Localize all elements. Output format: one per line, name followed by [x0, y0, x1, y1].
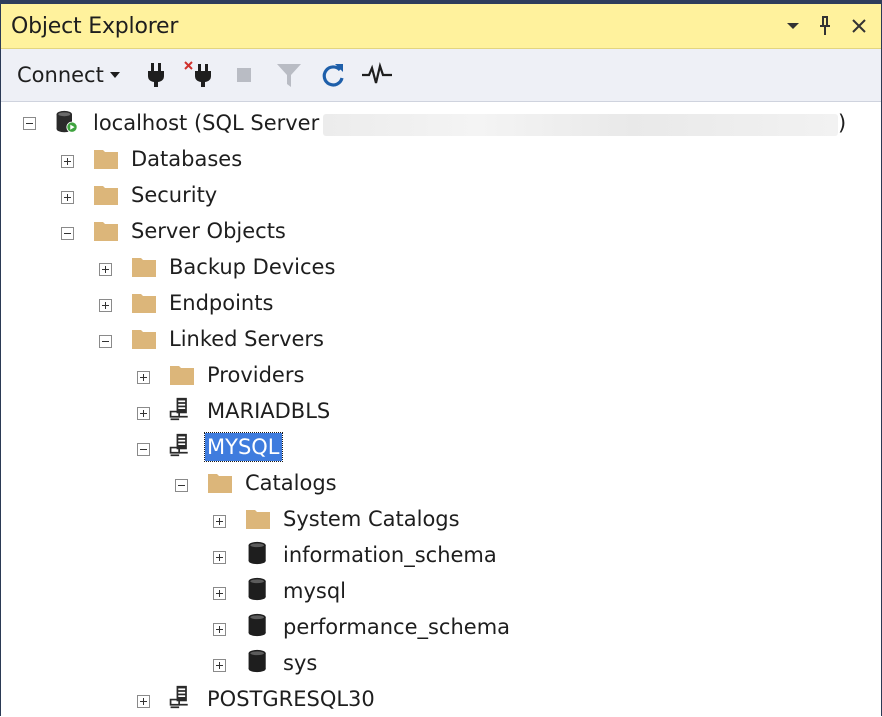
connect-object-explorer-button[interactable] — [144, 59, 168, 91]
stop-button[interactable] — [234, 59, 254, 91]
chevron-down-icon — [109, 72, 120, 78]
folder-icon — [94, 186, 118, 205]
folder-icon — [246, 510, 270, 529]
folder-icon — [94, 150, 118, 169]
tree-node-system-catalogs[interactable]: System Catalogs — [1, 501, 881, 537]
tree-node-linked-servers[interactable]: Linked Servers — [1, 321, 881, 357]
collapse-toggle[interactable] — [23, 117, 36, 130]
collapse-toggle[interactable] — [61, 227, 74, 240]
close-panel-button[interactable] — [846, 12, 872, 40]
linked-server-icon — [169, 397, 188, 421]
tree-node-server-objects[interactable]: Server Objects — [1, 213, 881, 249]
node-label[interactable]: Databases — [131, 145, 242, 173]
object-explorer-tree[interactable]: localhost (SQL Server ) Databases Securi… — [1, 102, 881, 716]
database-icon — [248, 613, 266, 637]
redacted-version-text — [323, 114, 838, 136]
folder-icon — [208, 474, 232, 493]
tree-node-catalogs[interactable]: Catalogs — [1, 465, 881, 501]
server-name-label[interactable]: localhost (SQL Server — [93, 109, 319, 137]
tree-node-security[interactable]: Security — [1, 177, 881, 213]
title-bar: Object Explorer — [1, 4, 881, 49]
refresh-button[interactable] — [319, 59, 347, 91]
folder-icon — [132, 294, 156, 313]
activity-monitor-icon — [362, 61, 392, 84]
folder-icon — [132, 258, 156, 277]
folder-icon — [132, 330, 156, 349]
tree-node-mysql[interactable]: MYSQL — [1, 429, 881, 465]
tree-node-localhost[interactable]: localhost (SQL Server ) — [1, 105, 881, 141]
activity-monitor-button[interactable] — [361, 59, 393, 91]
node-label[interactable]: information_schema — [283, 541, 497, 569]
auto-hide-pin-button[interactable] — [812, 12, 838, 40]
node-label[interactable]: System Catalogs — [283, 505, 460, 533]
database-icon — [248, 649, 266, 673]
node-label-selected[interactable]: MYSQL — [204, 432, 283, 462]
pin-icon — [820, 16, 830, 35]
linked-server-icon — [169, 685, 188, 709]
tree-node-performance-schema[interactable]: performance_schema — [1, 609, 881, 645]
node-label[interactable]: MARIADBLS — [207, 397, 330, 425]
expand-toggle[interactable] — [99, 299, 112, 312]
expand-toggle[interactable] — [137, 371, 150, 384]
tree-node-mariadbls[interactable]: MARIADBLS — [1, 393, 881, 429]
connect-label: Connect — [17, 63, 104, 87]
database-icon — [248, 577, 266, 601]
tree-node-databases[interactable]: Databases — [1, 141, 881, 177]
folder-icon — [170, 366, 194, 385]
node-label[interactable]: POSTGRESQL30 — [207, 685, 375, 713]
database-icon — [248, 541, 266, 565]
collapse-toggle[interactable] — [137, 443, 150, 456]
disconnect-button[interactable] — [184, 59, 216, 91]
disconnect-icon — [184, 61, 211, 87]
expand-toggle[interactable] — [61, 155, 74, 168]
folder-icon — [94, 222, 118, 241]
close-icon — [852, 19, 866, 33]
expand-toggle[interactable] — [213, 659, 226, 672]
node-label[interactable]: Catalogs — [245, 469, 337, 497]
tree-node-backup-devices[interactable]: Backup Devices — [1, 249, 881, 285]
node-label[interactable]: Endpoints — [169, 289, 273, 317]
expand-toggle[interactable] — [213, 515, 226, 528]
plug-icon — [148, 63, 164, 87]
filter-icon — [277, 64, 301, 87]
collapse-toggle[interactable] — [175, 479, 188, 492]
tree-node-endpoints[interactable]: Endpoints — [1, 285, 881, 321]
expand-toggle[interactable] — [213, 551, 226, 564]
toolbar: Connect — [1, 49, 881, 102]
tree-node-mysql-db[interactable]: mysql — [1, 573, 881, 609]
node-label[interactable]: Linked Servers — [169, 325, 324, 353]
server-connected-icon — [56, 110, 78, 133]
tree-node-postgresql30[interactable]: POSTGRESQL30 — [1, 681, 881, 717]
expand-toggle[interactable] — [61, 191, 74, 204]
collapse-toggle[interactable] — [99, 335, 112, 348]
expand-toggle[interactable] — [213, 587, 226, 600]
dropdown-icon — [787, 23, 799, 29]
tree-node-sys[interactable]: sys — [1, 645, 881, 681]
node-label[interactable]: mysql — [283, 577, 346, 605]
node-label[interactable]: Providers — [207, 361, 304, 389]
server-name-label-end: ) — [838, 111, 847, 135]
panel-title: Object Explorer — [11, 14, 179, 39]
node-label[interactable]: Server Objects — [131, 217, 286, 245]
expand-toggle[interactable] — [213, 623, 226, 636]
tree-node-information-schema[interactable]: information_schema — [1, 537, 881, 573]
window-position-dropdown[interactable] — [780, 12, 806, 40]
expand-toggle[interactable] — [137, 407, 150, 420]
node-label[interactable]: sys — [283, 649, 317, 677]
refresh-icon — [322, 64, 344, 87]
connect-dropdown-button[interactable]: Connect — [17, 59, 120, 91]
linked-server-icon — [169, 433, 188, 457]
node-label[interactable]: Security — [131, 181, 217, 209]
stop-icon — [237, 68, 251, 82]
tree-node-providers[interactable]: Providers — [1, 357, 881, 393]
expand-toggle[interactable] — [137, 695, 150, 708]
filter-button[interactable] — [276, 59, 302, 91]
node-label[interactable]: Backup Devices — [169, 253, 335, 281]
expand-toggle[interactable] — [99, 263, 112, 276]
node-label[interactable]: performance_schema — [283, 613, 510, 641]
